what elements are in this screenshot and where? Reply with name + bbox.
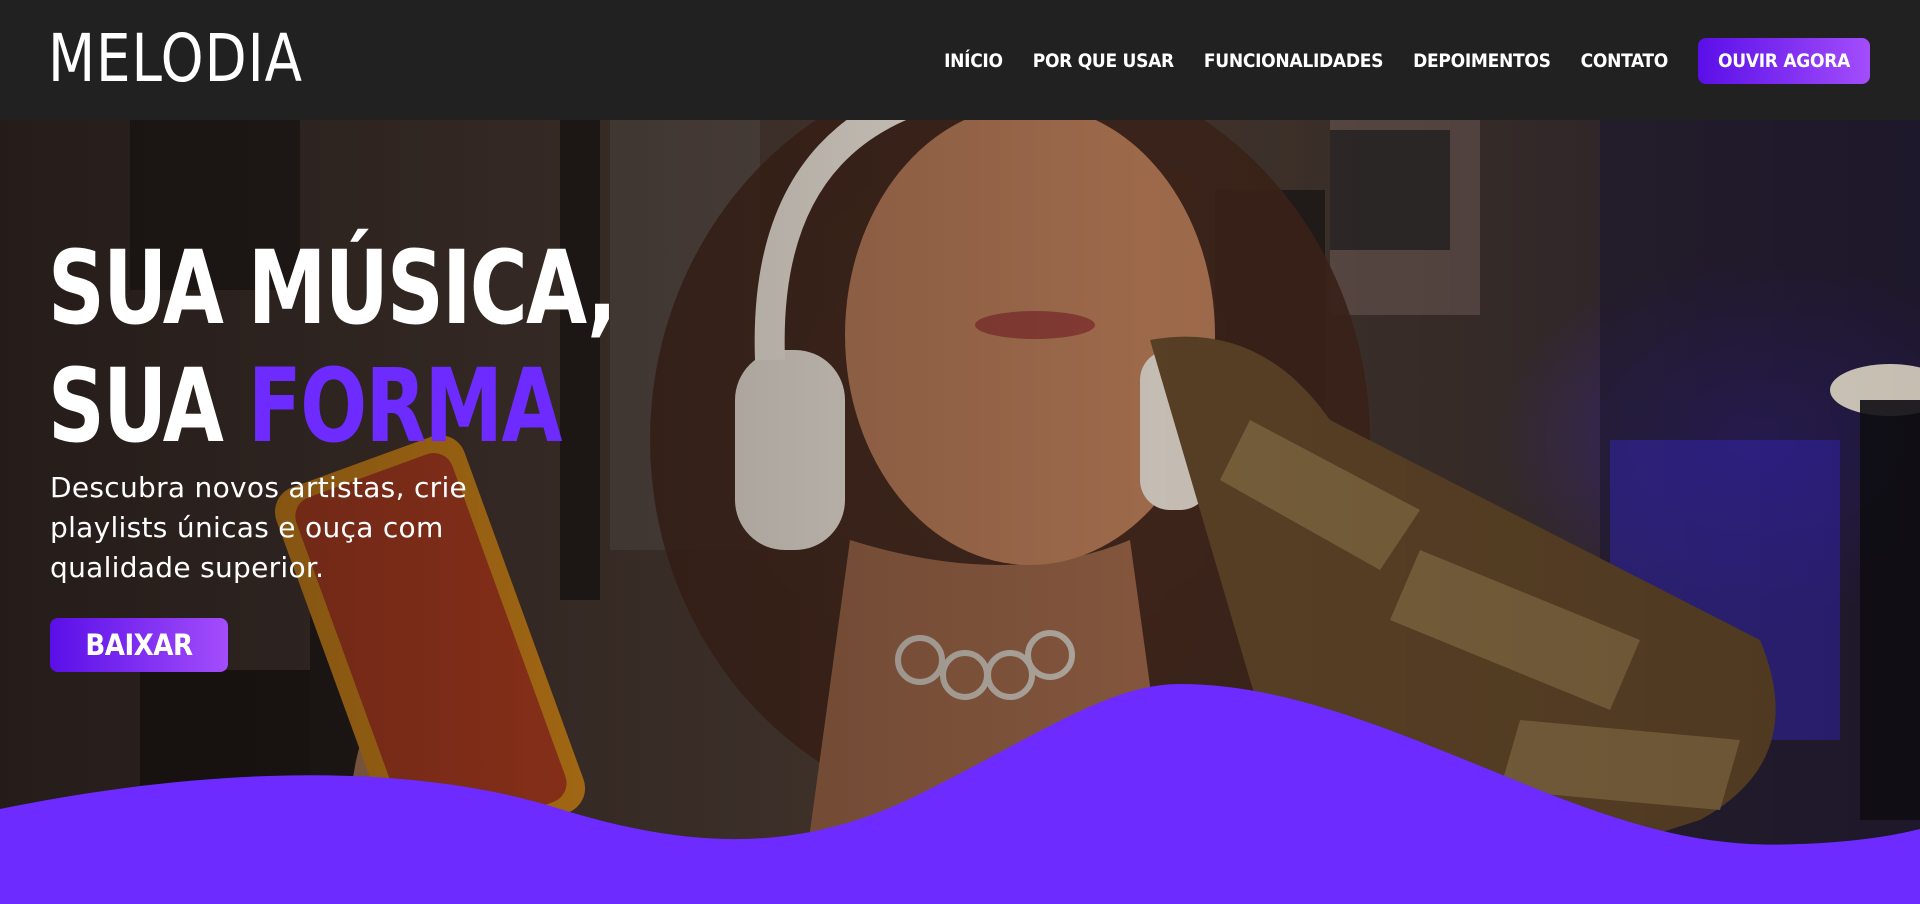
logo[interactable]: MELODIA — [48, 22, 303, 96]
hero-title-line1: SUA MÚSICA, — [48, 229, 617, 348]
site-header: MELODIA INÍCIO POR QUE USAR FUNCIONALIDA… — [0, 0, 1920, 120]
hero-title-accent: FORMA — [247, 347, 563, 466]
ouvir-agora-button[interactable]: OUVIR AGORA — [1698, 38, 1870, 84]
nav-link-funcionalidades[interactable]: FUNCIONALIDADES — [1204, 50, 1383, 72]
hero-title-line2-prefix: SUA — [48, 347, 248, 466]
purple-wave-divider — [0, 684, 1920, 904]
main-nav: INÍCIO POR QUE USAR FUNCIONALIDADES DEPO… — [944, 38, 1870, 84]
nav-link-inicio[interactable]: INÍCIO — [944, 50, 1003, 72]
hero-title: SUA MÚSICA, SUA FORMA — [48, 229, 617, 466]
nav-link-depoimentos[interactable]: DEPOIMENTOS — [1413, 50, 1551, 72]
hero-subtitle: Descubra novos artistas, crie playlists … — [50, 471, 468, 584]
hero-section: SUA MÚSICA, SUA FORMA Descubra novos art… — [0, 120, 1920, 904]
nav-link-contato[interactable]: CONTATO — [1581, 50, 1669, 72]
nav-link-por-que-usar[interactable]: POR QUE USAR — [1033, 50, 1174, 72]
